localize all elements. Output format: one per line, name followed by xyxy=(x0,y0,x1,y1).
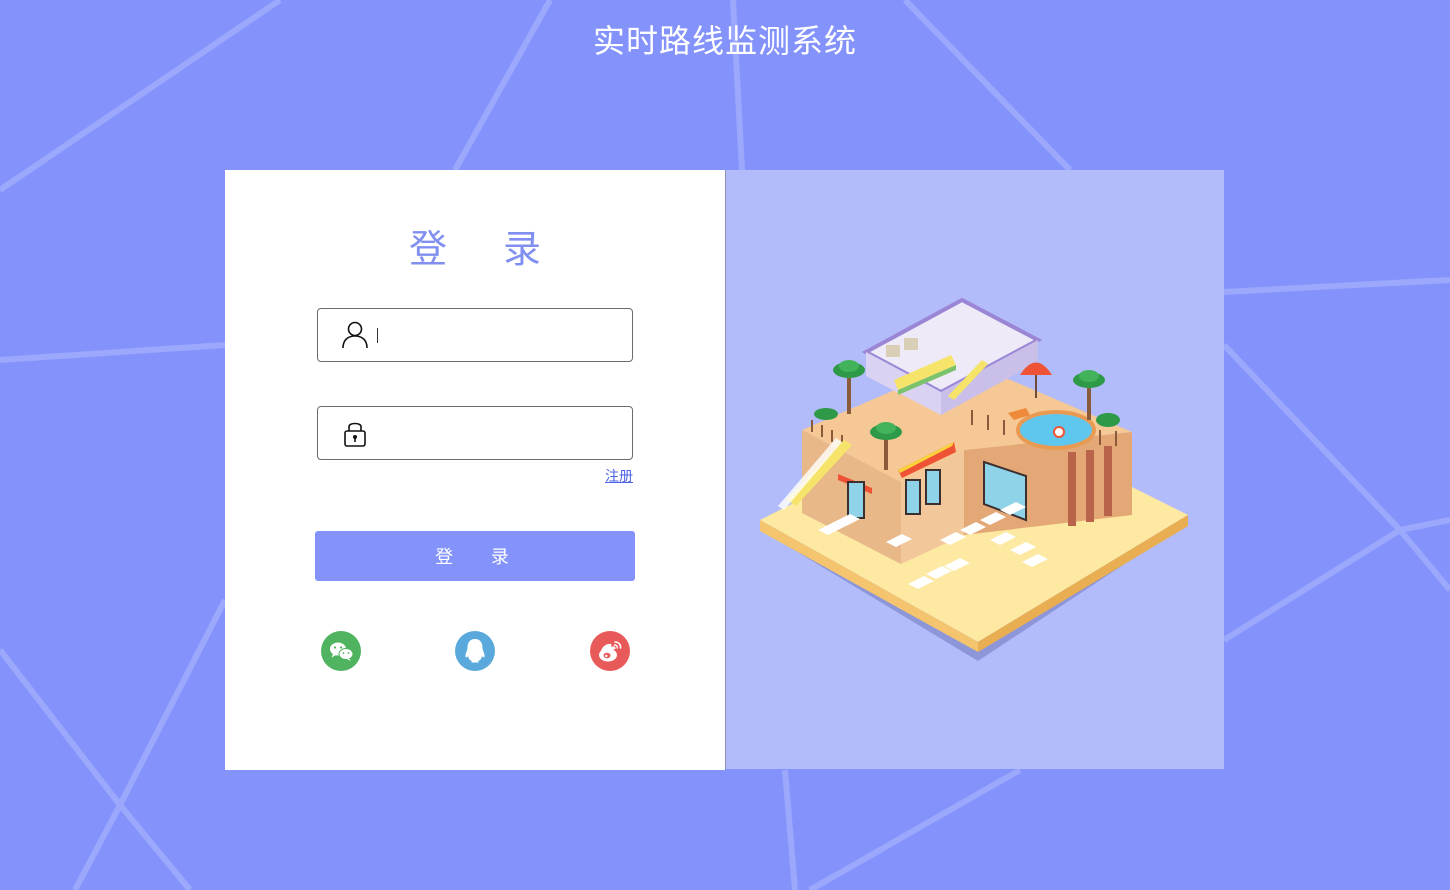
user-icon xyxy=(342,321,368,349)
qq-icon xyxy=(465,639,485,663)
username-field[interactable] xyxy=(317,308,633,362)
illustration-panel xyxy=(725,170,1224,769)
wechat-login-button[interactable] xyxy=(321,631,361,671)
login-card: 登 录 注册 登 录 xyxy=(225,170,725,770)
register-link[interactable]: 注册 xyxy=(595,466,633,486)
lock-icon xyxy=(344,422,366,447)
weibo-login-button[interactable] xyxy=(590,631,630,671)
wechat-icon xyxy=(330,642,354,661)
page-title: 实时路线监测系统 xyxy=(592,22,857,60)
weibo-icon xyxy=(599,641,622,662)
password-input[interactable] xyxy=(374,415,618,453)
login-button[interactable]: 登 录 xyxy=(315,531,635,581)
isometric-building-illustration xyxy=(760,297,1188,661)
username-input[interactable] xyxy=(374,317,618,355)
login-heading: 登 录 xyxy=(408,227,564,271)
qq-login-button[interactable] xyxy=(455,631,495,671)
password-field[interactable] xyxy=(317,406,633,460)
